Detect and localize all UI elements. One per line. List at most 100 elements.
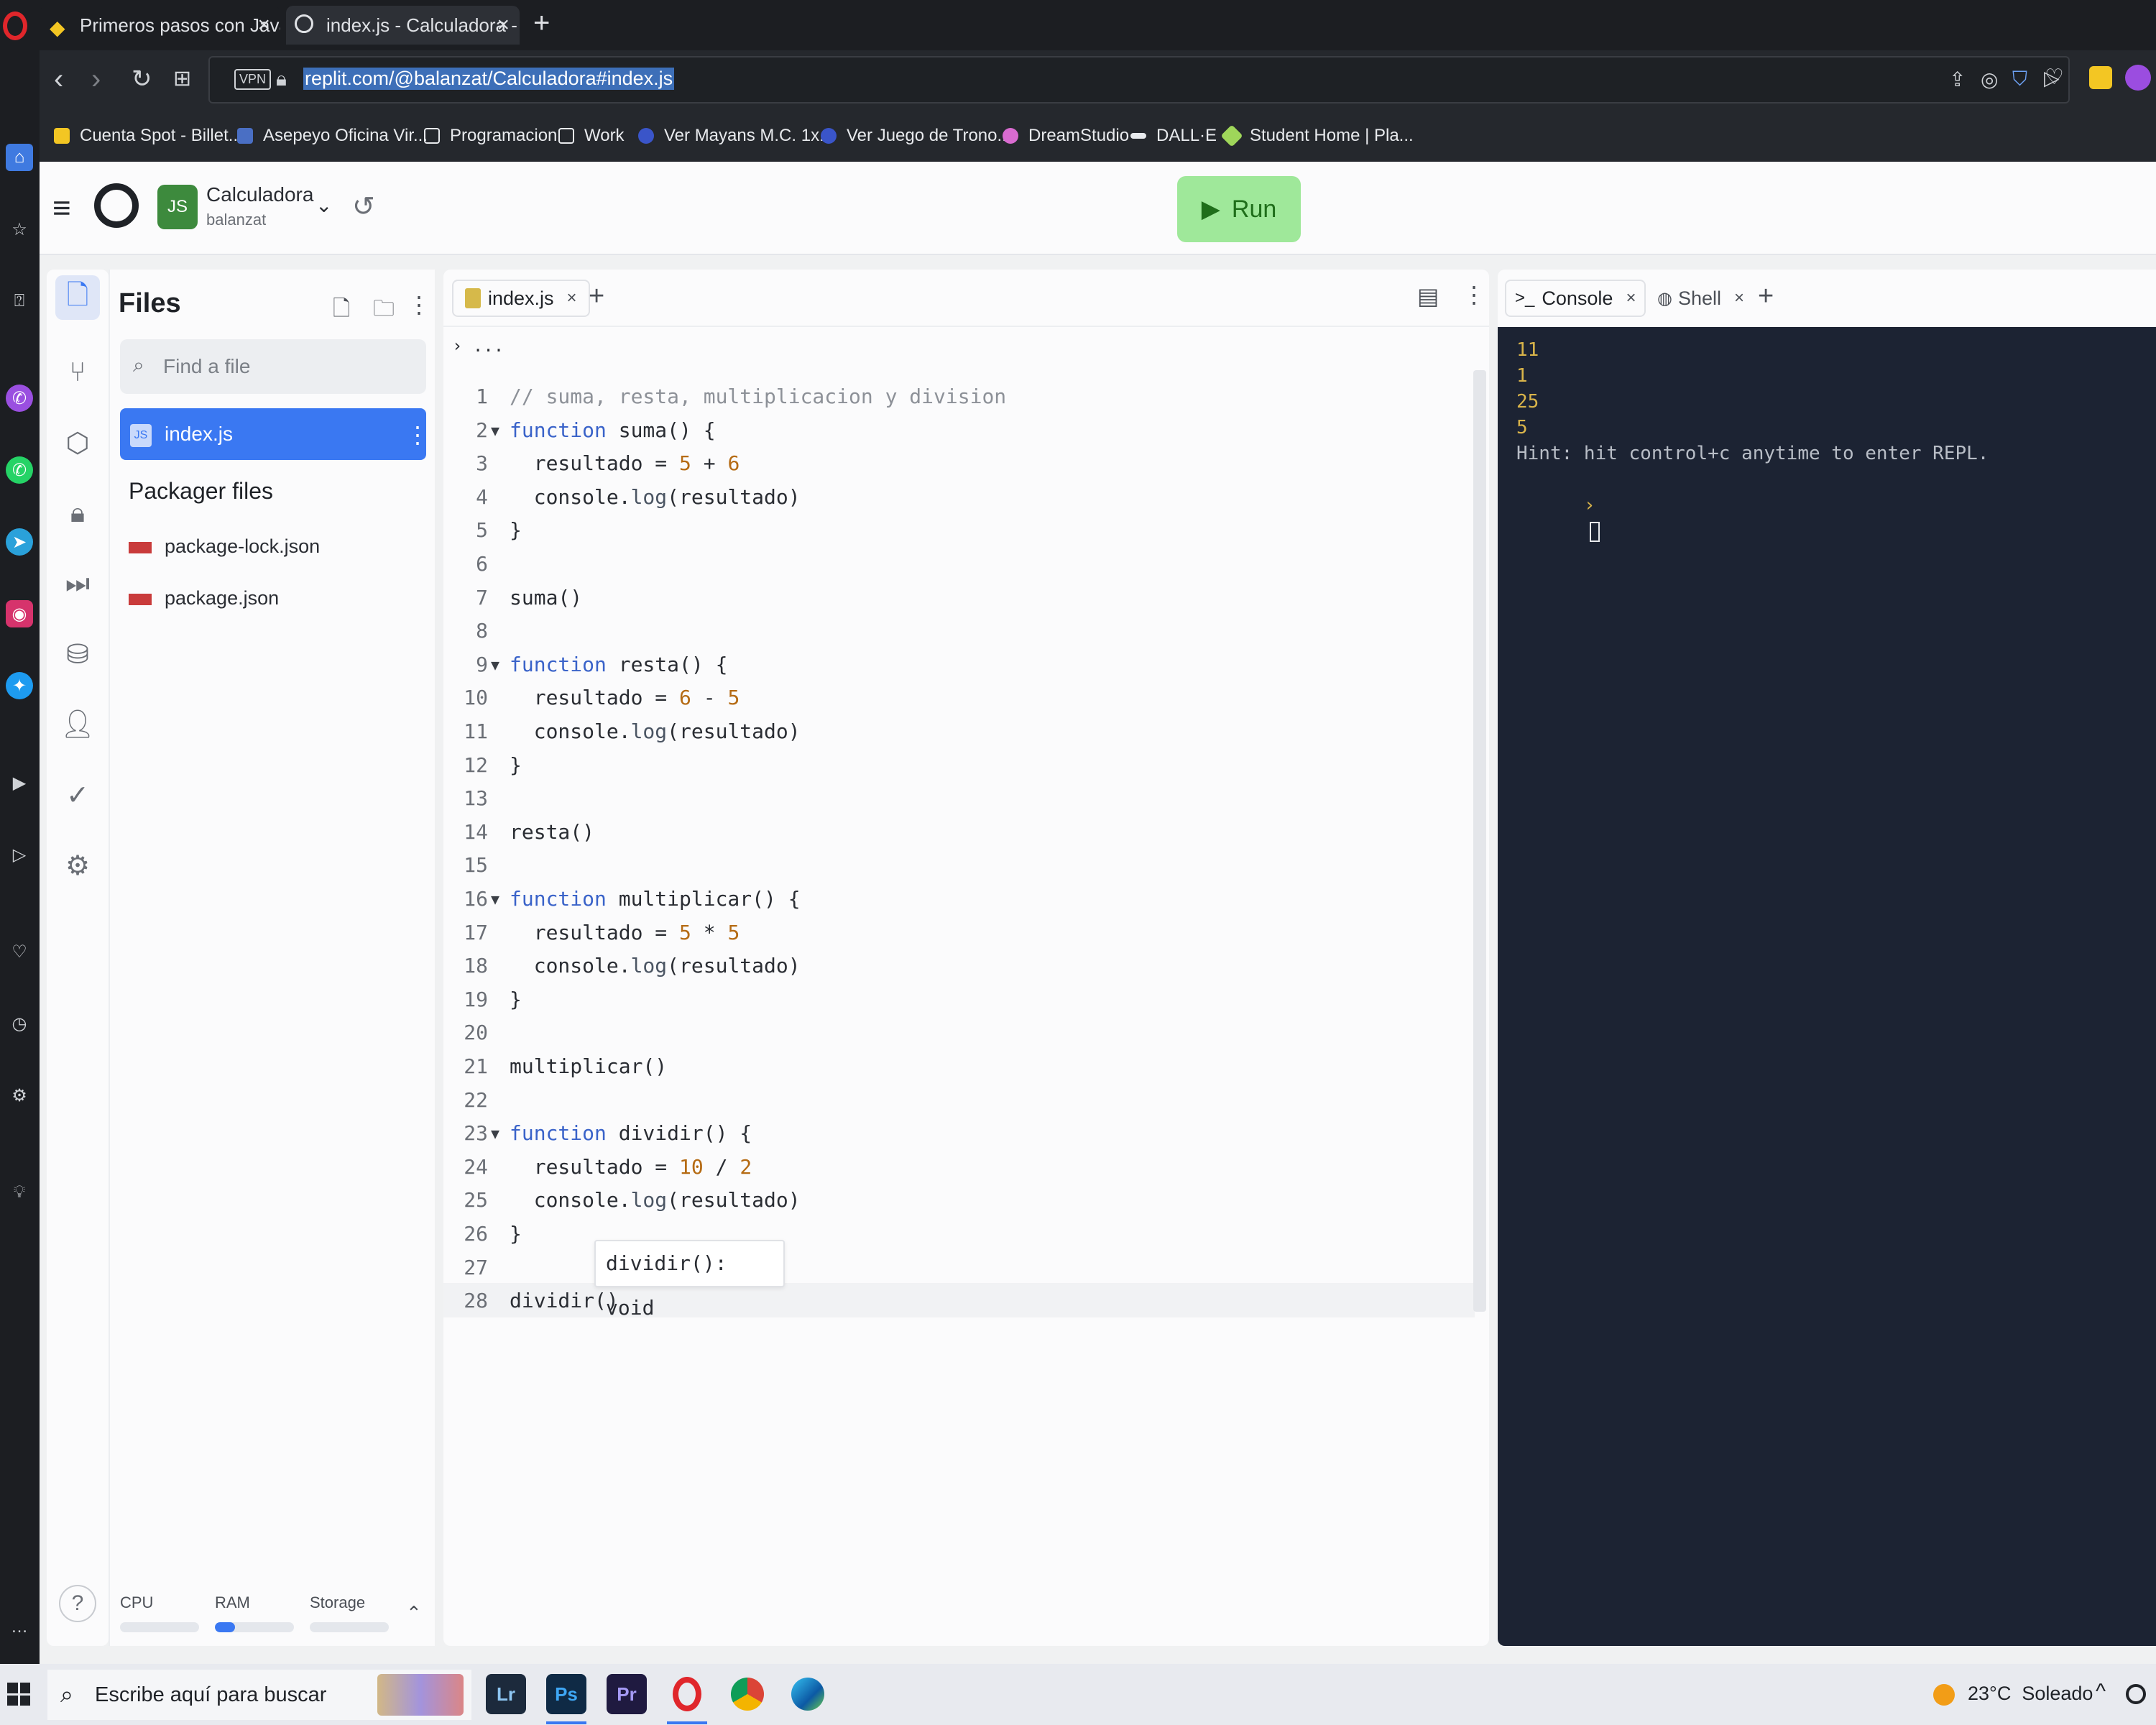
help-icon[interactable]: ?	[59, 1585, 96, 1622]
profile-icon[interactable]	[2125, 65, 2151, 91]
project-name[interactable]: Calculadora	[206, 183, 313, 206]
shield-icon[interactable]: ⛉	[2012, 68, 2027, 91]
code-line[interactable]: 15	[443, 849, 1475, 882]
code-line[interactable]: 22	[443, 1084, 1475, 1117]
code-line[interactable]: 18 console.log(resultado)	[443, 949, 1475, 983]
code-line[interactable]: 16 ▼ function multiplicar() {	[443, 883, 1475, 916]
packages-icon[interactable]: ⬡	[55, 420, 100, 465]
url-field[interactable]: VPN 🔒︎ replit.com/@balanzat/Calculadora#…	[208, 56, 2070, 104]
code-line[interactable]: 7 suma()	[443, 581, 1475, 615]
close-tab-icon[interactable]: ×	[567, 288, 577, 308]
project-owner[interactable]: balanzat	[206, 211, 266, 229]
console-output[interactable]: 11 1 25 5 Hint: hit control+c anytime to…	[1498, 327, 2156, 1646]
url-text[interactable]: replit.com/@balanzat/Calculadora#index.j…	[303, 68, 675, 90]
files-icon[interactable]: 🗋︎	[55, 275, 100, 320]
more-options-icon[interactable]: ⋮	[407, 291, 430, 318]
fold-arrow-icon[interactable]: ▼	[491, 883, 499, 916]
bookmark-folder[interactable]: Work	[558, 126, 625, 146]
run-button[interactable]: ▶ Run	[1177, 176, 1301, 242]
code-line[interactable]: 11 console.log(resultado)	[443, 715, 1475, 748]
code-line[interactable]: 4 console.log(resultado)	[443, 481, 1475, 514]
player-icon[interactable]: ▶	[6, 769, 33, 796]
edge-app-icon[interactable]	[788, 1674, 828, 1714]
new-tab-icon[interactable]: +	[1758, 281, 1774, 312]
opera-logo-icon[interactable]	[3, 12, 27, 40]
more-options-icon[interactable]: ⋮	[1462, 281, 1485, 308]
heart-icon[interactable]: ♡	[6, 938, 33, 965]
fold-arrow-icon[interactable]: ▼	[491, 648, 499, 681]
new-tab-icon[interactable]: +	[533, 7, 550, 40]
chevron-down-icon[interactable]: ⌄	[315, 193, 332, 217]
wallet-icon[interactable]: ⍰	[6, 288, 33, 315]
code-line[interactable]: 9 ▼ function resta() {	[443, 648, 1475, 681]
telegram-icon[interactable]: ➤	[6, 528, 33, 556]
close-tab-icon[interactable]: ×	[497, 13, 510, 37]
tray-app-icon[interactable]	[2126, 1684, 2146, 1704]
replit-logo-icon[interactable]	[94, 183, 139, 228]
code-line[interactable]: 14 resta()	[443, 816, 1475, 849]
code-line[interactable]: 2 ▼ function suma() {	[443, 414, 1475, 447]
tab-shell[interactable]: ◍ Shell ×	[1649, 280, 1753, 317]
tabs-grid-icon[interactable]: ⊞	[173, 66, 191, 91]
new-file-icon[interactable]: 🗋︎	[333, 293, 350, 329]
code-line[interactable]: 1 // suma, resta, multiplicacion y divisi…	[443, 380, 1475, 413]
new-folder-icon[interactable]: 🗀︎	[373, 293, 395, 329]
code-line[interactable]: 20	[443, 1016, 1475, 1049]
tray-chevron-up-icon[interactable]: ^	[2096, 1680, 2106, 1704]
file-options-icon[interactable]: ⋮	[406, 421, 429, 448]
secrets-lock-icon[interactable]: 🔒︎	[55, 491, 100, 535]
twitter-icon[interactable]: ✦	[6, 672, 33, 699]
database-icon[interactable]: ⛁	[55, 632, 100, 676]
star-icon[interactable]: ☆	[6, 216, 33, 243]
close-tab-icon[interactable]: ×	[257, 13, 270, 37]
bookmark-item[interactable]: Cuenta Spot - Billet...	[54, 126, 243, 146]
whatsapp-icon[interactable]: ✆	[6, 456, 33, 484]
code-line[interactable]: 24 resultado = 10 / 2	[443, 1151, 1475, 1184]
code-line[interactable]: 23 ▼ function dividir() {	[443, 1117, 1475, 1150]
code-line[interactable]: 3 resultado = 5 + 6	[443, 447, 1475, 480]
bookmark-folder[interactable]: Programacion	[424, 126, 557, 146]
bookmark-item[interactable]: Ver Mayans M.C. 1x...	[638, 126, 834, 146]
heart-icon[interactable]: ♡	[2045, 65, 2064, 90]
fold-arrow-icon[interactable]: ▼	[491, 414, 499, 447]
code-line[interactable]: 25 console.log(resultado)	[443, 1184, 1475, 1217]
windows-start-icon[interactable]	[7, 1683, 30, 1706]
check-icon[interactable]: ✓	[55, 773, 100, 817]
user-icon[interactable]: 👤︎	[55, 702, 100, 747]
code-line[interactable]: 21 multiplicar()	[443, 1050, 1475, 1083]
file-item-package-json[interactable]: package.json	[129, 587, 279, 610]
tab-index-js[interactable]: index.js ×	[452, 280, 590, 317]
bookmark-item[interactable]: DreamStudio	[1003, 126, 1129, 146]
menu-icon[interactable]: ≡	[52, 190, 71, 226]
vpn-badge[interactable]: VPN	[234, 69, 272, 90]
new-tab-icon[interactable]: +	[589, 281, 604, 312]
git-icon[interactable]: ⑂	[55, 350, 100, 395]
settings-icon[interactable]: ⚙	[6, 1082, 33, 1109]
code-line[interactable]: 5}	[443, 514, 1475, 547]
history-icon[interactable]: ↺	[352, 190, 375, 223]
file-item-package-lock[interactable]: package-lock.json	[129, 535, 320, 558]
code-line[interactable]: 12}	[443, 749, 1475, 782]
send-icon[interactable]: ▷	[6, 841, 33, 868]
opera-app-icon[interactable]	[667, 1674, 707, 1714]
code-line[interactable]: 19}	[443, 983, 1475, 1016]
code-line[interactable]: 28 dividir()	[443, 1284, 1475, 1317]
weather-text[interactable]: 23°C Soleado	[1968, 1683, 2093, 1705]
close-tab-icon[interactable]: ×	[1626, 288, 1636, 308]
code-line[interactable]: 17 resultado = 5 * 5	[443, 916, 1475, 949]
extension-icon[interactable]	[2089, 66, 2112, 89]
editor-scrollbar[interactable]	[1473, 370, 1486, 1312]
tab-console[interactable]: >_ Console ×	[1505, 280, 1646, 317]
project-icon[interactable]: JS	[157, 185, 198, 229]
instagram-icon[interactable]: ◉	[6, 600, 33, 627]
code-area[interactable]: 1 // suma, resta, multiplicacion y divisi…	[443, 363, 1475, 1628]
messenger-icon[interactable]: ✆	[6, 385, 33, 412]
prompt-line[interactable]: ›	[1516, 466, 1600, 570]
chrome-app-icon[interactable]	[727, 1674, 768, 1714]
code-line[interactable]: 13	[443, 782, 1475, 815]
close-tab-icon[interactable]: ×	[1734, 288, 1744, 308]
debugger-icon[interactable]: ⏭	[55, 561, 100, 606]
bookmark-item[interactable]: Asepeyo Oficina Vir...	[237, 126, 428, 146]
bookmark-item[interactable]: Student Home | Pla...	[1220, 124, 1414, 147]
photoshop-app-icon[interactable]: Ps	[546, 1674, 586, 1714]
